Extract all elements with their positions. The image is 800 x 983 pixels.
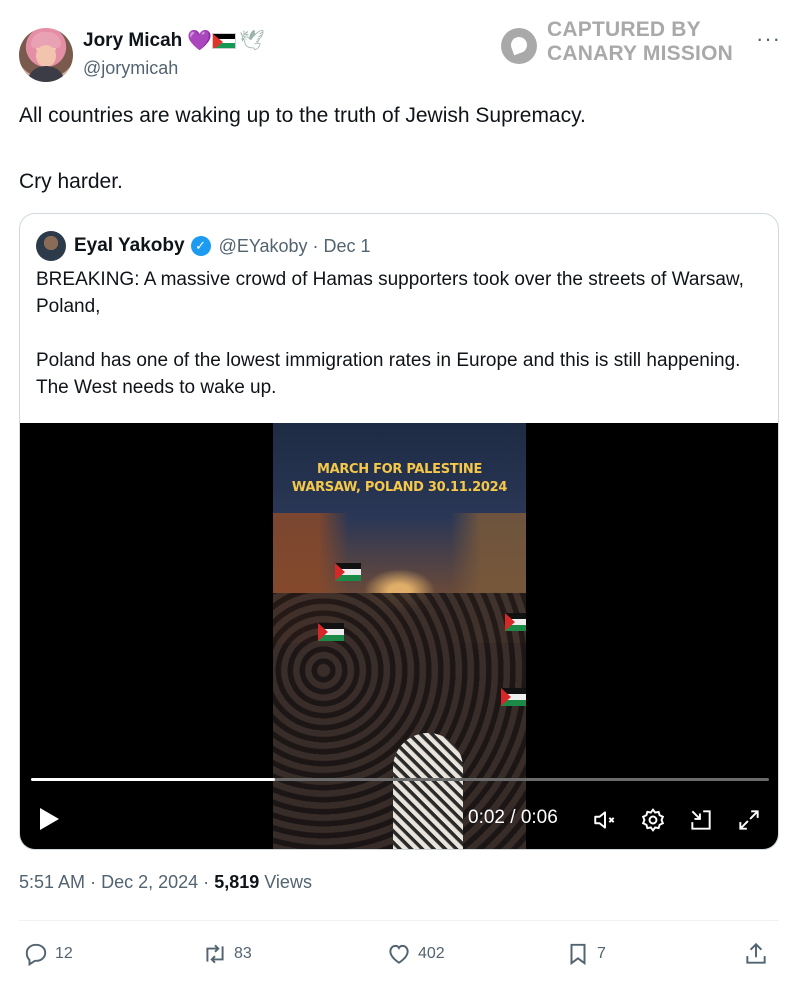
author-handle[interactable]: @jorymicah	[83, 58, 178, 79]
views-count: 5,819	[214, 872, 260, 892]
dove-icon: 🕊	[239, 30, 265, 52]
flag-graphic	[501, 688, 526, 706]
quoted-tweet-text: BREAKING: A massive crowd of Hamas suppo…	[36, 266, 756, 401]
canary-mission-watermark: CAPTURED BY CANARY MISSION	[501, 18, 741, 68]
heart-icon	[389, 944, 409, 964]
tweet-text: All countries are waking up to the truth…	[19, 101, 779, 197]
repost-button[interactable]: 83	[202, 936, 252, 972]
repost-count: 83	[234, 945, 252, 962]
like-button[interactable]: 402	[386, 936, 445, 972]
flag-graphic	[505, 613, 526, 631]
like-count: 402	[418, 945, 445, 962]
mute-icon[interactable]	[592, 807, 618, 833]
settings-gear-icon[interactable]	[640, 807, 666, 833]
quoted-tweet-paragraph: BREAKING: A massive crowd of Hamas suppo…	[36, 269, 744, 317]
separator-dot: ·	[312, 235, 319, 256]
reply-button[interactable]: 12	[23, 936, 73, 972]
separator-dot: ·	[90, 872, 97, 892]
video-progress-bar[interactable]	[31, 778, 769, 781]
reply-count: 12	[55, 945, 73, 962]
quoted-author-handle[interactable]: @EYakoby	[219, 236, 308, 257]
verified-badge-icon: ✓	[190, 236, 211, 256]
play-icon[interactable]	[40, 808, 59, 830]
views-label: Views	[264, 872, 312, 892]
quoted-author-avatar[interactable]	[36, 231, 66, 261]
watermark-line1: CAPTURED BY	[547, 18, 701, 41]
tweet-text-line: Cry harder.	[19, 170, 123, 193]
tweet-text-line: All countries are waking up to the truth…	[19, 104, 586, 127]
video-caption-line2: WARSAW, POLAND 30.11.2024	[291, 480, 508, 495]
watermark-text: CAPTURED BY CANARY MISSION	[547, 18, 733, 66]
share-button[interactable]	[743, 936, 769, 972]
author-avatar[interactable]	[19, 28, 73, 82]
minimize-icon[interactable]	[688, 807, 714, 833]
author-display-name[interactable]: Jory Micah	[83, 30, 182, 52]
canary-logo-icon	[501, 28, 537, 64]
quoted-tweet-paragraph: Poland has one of the lowest immigration…	[36, 350, 741, 398]
author-name-emojis: 💜 🕊	[187, 30, 264, 52]
quoted-tweet-date[interactable]: Dec 1	[324, 236, 371, 257]
video-frame: MARCH FOR PALESTINE WARSAW, POLAND 30.11…	[273, 423, 526, 849]
palestine-flag-icon	[212, 33, 236, 49]
bookmark-button[interactable]: 7	[565, 936, 606, 972]
divider	[19, 920, 779, 921]
fullscreen-icon[interactable]	[736, 807, 762, 833]
tweet-date[interactable]: Dec 2, 2024	[101, 872, 198, 892]
quoted-tweet[interactable]: Eyal Yakoby ✓ @EYakoby · Dec 1 BREAKING:…	[19, 213, 779, 850]
keffiyeh-figure	[393, 733, 463, 849]
flag-graphic	[318, 623, 344, 641]
bookmark-icon	[570, 943, 586, 966]
watermark-line2: CANARY MISSION	[547, 42, 733, 65]
repost-icon	[206, 944, 224, 964]
purple-heart-icon: 💜	[187, 30, 212, 52]
tweet-header: Jory Micah 💜 🕊 @jorymicah CAPTURED BY CA…	[19, 18, 781, 84]
quoted-author-name[interactable]: Eyal Yakoby	[74, 235, 185, 257]
action-bar: 12 83 402 7	[19, 936, 779, 972]
tweet-time[interactable]: 5:51 AM	[19, 872, 85, 892]
reply-icon	[25, 943, 47, 967]
video-caption: MARCH FOR PALESTINE WARSAW, POLAND 30.11…	[273, 461, 526, 497]
separator-dot: ·	[203, 872, 210, 892]
flag-graphic	[335, 563, 361, 581]
tweet-meta: 5:51 AM · Dec 2, 2024 · 5,819 Views	[19, 872, 312, 893]
bookmark-count: 7	[597, 945, 606, 962]
quoted-tweet-header: Eyal Yakoby ✓ @EYakoby · Dec 1	[36, 230, 371, 262]
more-options-icon[interactable]: ···	[756, 26, 781, 52]
video-time: 0:02 / 0:06	[468, 807, 558, 828]
video-caption-line1: MARCH FOR PALESTINE	[316, 462, 483, 477]
share-icon	[746, 942, 766, 964]
video-player[interactable]: MARCH FOR PALESTINE WARSAW, POLAND 30.11…	[20, 423, 778, 849]
video-progress-fill	[31, 778, 275, 781]
